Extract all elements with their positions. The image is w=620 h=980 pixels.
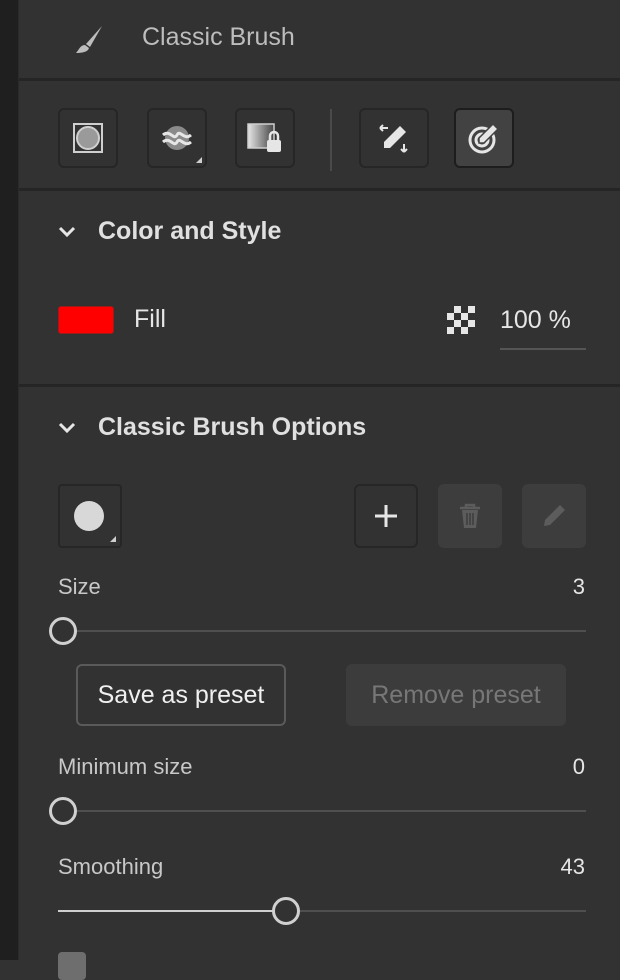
blend-stroke-icon <box>162 126 192 150</box>
tool-title: Classic Brush <box>142 23 295 51</box>
brush-properties-panel: Classic Brush Color and Style Fill 100 %… <box>19 0 620 980</box>
lock-transparency-button[interactable] <box>235 108 295 168</box>
trash-icon <box>460 503 480 528</box>
fill-label: Fill <box>134 305 166 333</box>
add-preset-button[interactable] <box>354 484 418 548</box>
checkerboard-icon <box>447 306 475 334</box>
opacity-value: 100 % <box>500 306 571 334</box>
minimum-size-slider-track[interactable] <box>58 810 586 812</box>
remove-preset-button[interactable]: Remove preset <box>346 664 566 726</box>
circle-square-icon <box>73 123 103 153</box>
circle-brush-icon <box>74 501 104 531</box>
smoothing-slider-fill <box>58 910 286 912</box>
delete-preset-button[interactable] <box>438 484 502 548</box>
toolbar-separator <box>330 109 332 171</box>
target-pen-button[interactable] <box>454 108 514 168</box>
partially-visible-checkbox[interactable] <box>58 952 86 980</box>
brush-options-section-header[interactable]: Classic Brush Options <box>19 408 620 448</box>
edit-preset-button[interactable] <box>522 484 586 548</box>
smoothing-value[interactable]: 43 <box>561 854 585 880</box>
minimum-size-label: Minimum size <box>58 754 193 779</box>
stroke-blend-button[interactable] <box>147 108 207 168</box>
brush-shape-button[interactable] <box>58 108 118 168</box>
tool-header: Classic Brush <box>19 0 620 78</box>
section-title: Classic Brush Options <box>98 413 367 441</box>
left-strip <box>0 0 19 960</box>
dropdown-corner-icon <box>196 157 202 163</box>
smoothing-slider-thumb[interactable] <box>271 897 300 925</box>
divider <box>19 188 620 191</box>
chevron-down-icon <box>58 422 76 434</box>
size-slider-track[interactable] <box>58 630 586 632</box>
section-title: Color and Style <box>98 217 282 245</box>
pencil-icon <box>544 505 565 526</box>
pen-arrows-icon <box>379 124 408 153</box>
fill-color-swatch[interactable] <box>58 306 114 334</box>
target-pen-icon <box>468 122 500 154</box>
chevron-down-icon <box>58 226 76 238</box>
plus-icon <box>375 505 397 527</box>
paintbrush-icon <box>76 26 102 53</box>
color-style-section-header[interactable]: Color and Style <box>19 212 620 252</box>
smoothing-slider-track[interactable] <box>58 910 586 912</box>
dropdown-corner-icon <box>110 536 116 542</box>
size-label: Size <box>58 574 101 599</box>
opacity-field[interactable]: 100 % <box>500 300 586 350</box>
size-slider-thumb[interactable] <box>49 617 77 645</box>
divider <box>19 384 620 387</box>
tool-options-toolbar <box>19 81 620 188</box>
brush-preset-picker[interactable] <box>58 484 122 548</box>
pressure-pen-button[interactable] <box>359 108 429 168</box>
size-value[interactable]: 3 <box>573 574 585 600</box>
minimum-size-value[interactable]: 0 <box>573 754 585 780</box>
save-as-preset-button[interactable]: Save as preset <box>76 664 286 726</box>
gradient-lock-icon <box>247 123 281 152</box>
minimum-size-slider-thumb[interactable] <box>49 797 77 825</box>
smoothing-label: Smoothing <box>58 854 164 879</box>
